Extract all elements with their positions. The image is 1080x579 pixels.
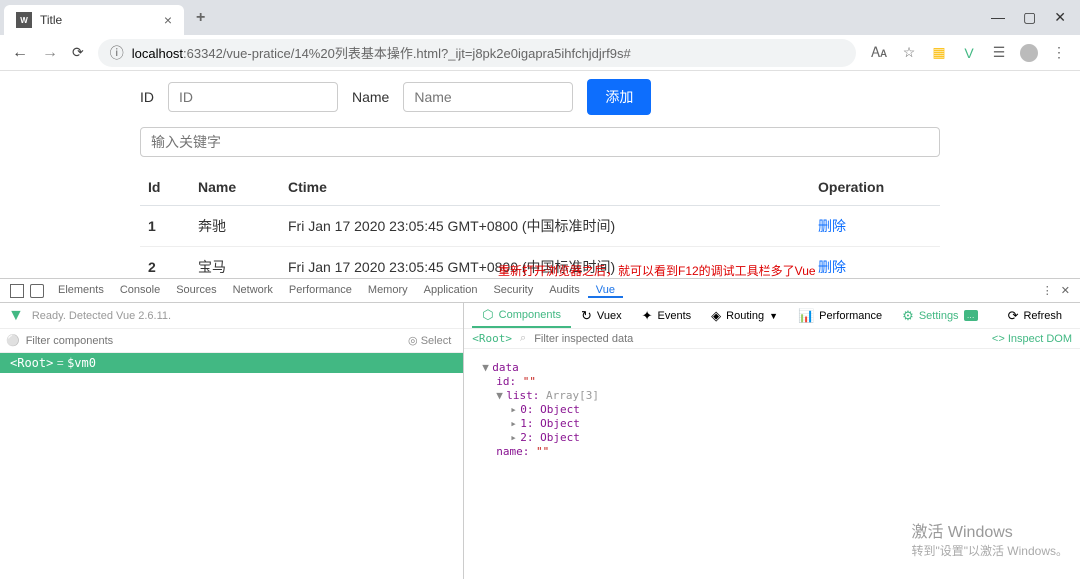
component-tree-root[interactable]: <Root> = $vm0: [0, 353, 463, 373]
devtools-menu-icon[interactable]: ⋮: [1042, 284, 1053, 297]
devtools-tab-sources[interactable]: Sources: [168, 284, 224, 298]
add-button[interactable]: 添加: [587, 79, 651, 115]
reload-button[interactable]: ⟳: [72, 44, 84, 61]
form-row: ID Name 添加: [140, 79, 940, 115]
browser-toolbar: ← → ⟳ ⓘ localhost:63342/vue-pratice/14%2…: [0, 35, 1080, 71]
annotation-text: 重新打开浏览器之后，就可以看到F12的调试工具栏多了Vue: [498, 262, 816, 279]
table-row: 1 奔驰 Fri Jan 17 2020 23:05:45 GMT+0800 (…: [140, 206, 940, 247]
search-icon: ⌕: [520, 332, 526, 345]
favicon-icon: W: [16, 12, 32, 28]
devtools-tab-memory[interactable]: Memory: [360, 284, 416, 298]
tab-title: Title: [40, 13, 156, 27]
reader-icon[interactable]: ☰: [990, 44, 1008, 62]
windows-watermark: 激活 Windows 转到"设置"以激活 Windows。: [911, 518, 1068, 559]
th-name: Name: [190, 169, 280, 206]
cell-name: 奔驰: [190, 206, 280, 247]
browser-tab[interactable]: W Title ×: [4, 5, 184, 35]
filter-icon: ⚪: [6, 334, 20, 347]
devtools-tab-strip: ElementsConsoleSourcesNetworkPerformance…: [0, 279, 1080, 303]
component-data-view[interactable]: ▼data id: "" ▼list: Array[3] ▸0: Object …: [472, 355, 1072, 465]
routing-tab[interactable]: ◈Routing ▼: [701, 303, 788, 328]
devtools-tab-security[interactable]: Security: [485, 284, 541, 298]
devtools-left-pane: ▼ Ready. Detected Vue 2.6.11. ⚪ ◎ Select…: [0, 303, 464, 579]
search-row: [140, 127, 940, 157]
toolbar-icons: 🗛 ☆ ▦ V ☰ ⋮: [870, 44, 1068, 62]
performance-tab[interactable]: 📊Performance: [788, 303, 892, 328]
maximize-icon[interactable]: ▢: [1023, 9, 1036, 26]
delete-link[interactable]: 删除: [818, 218, 846, 234]
devtools-tab-performance[interactable]: Performance: [281, 284, 360, 298]
translate-icon[interactable]: 🗛: [870, 44, 888, 62]
browser-tab-strip: W Title × + — ▢ ✕: [0, 0, 1080, 35]
site-info-icon[interactable]: ⓘ: [110, 43, 124, 63]
filter-components-input[interactable]: [26, 335, 396, 347]
close-tab-icon[interactable]: ×: [164, 12, 172, 28]
events-tab[interactable]: ✦Events: [632, 303, 702, 328]
th-ctime: Ctime: [280, 169, 810, 206]
devtools-tab-network[interactable]: Network: [225, 284, 281, 298]
cell-op: 删除: [810, 206, 940, 247]
star-icon[interactable]: ☆: [900, 44, 918, 62]
components-tab[interactable]: ⬡Components: [472, 303, 571, 328]
minimize-icon[interactable]: —: [991, 9, 1005, 26]
new-tab-button[interactable]: +: [196, 9, 205, 27]
window-controls: — ▢ ✕: [991, 9, 1076, 26]
extension-icon[interactable]: ▦: [930, 44, 948, 62]
vue-devtools-icon[interactable]: V: [960, 44, 978, 62]
select-component-button[interactable]: ◎ Select: [402, 334, 457, 347]
forward-button[interactable]: →: [42, 44, 58, 62]
th-op: Operation: [810, 169, 940, 206]
inspect-dom-button[interactable]: <> Inspect DOM: [992, 333, 1072, 345]
cell-id: 1: [140, 206, 190, 247]
device-toolbar-icon[interactable]: [30, 284, 44, 298]
name-label: Name: [352, 89, 389, 105]
address-bar[interactable]: ⓘ localhost:63342/vue-pratice/14%20列表基本操…: [98, 39, 856, 67]
delete-link[interactable]: 删除: [818, 259, 846, 275]
id-input[interactable]: [168, 82, 338, 112]
name-input[interactable]: [403, 82, 573, 112]
back-button[interactable]: ←: [12, 44, 28, 62]
inspect-element-icon[interactable]: [10, 284, 24, 298]
devtools-tab-audits[interactable]: Audits: [541, 284, 588, 298]
devtools-tab-elements[interactable]: Elements: [50, 284, 112, 298]
cell-ctime: Fri Jan 17 2020 23:05:45 GMT+0800 (中国标准时…: [280, 206, 810, 247]
devtools-tab-vue[interactable]: Vue: [588, 284, 623, 298]
vue-logo-icon: ▼: [8, 307, 24, 325]
menu-icon[interactable]: ⋮: [1050, 44, 1068, 62]
vue-ready-text: Ready. Detected Vue 2.6.11.: [32, 310, 171, 322]
url-text: localhost:63342/vue-pratice/14%20列表基本操作.…: [132, 43, 631, 62]
devtools-tab-application[interactable]: Application: [416, 284, 486, 298]
filter-data-input[interactable]: [534, 333, 984, 345]
vuex-tab[interactable]: ↻Vuex: [571, 303, 632, 328]
inspected-component-name: <Root>: [472, 332, 512, 345]
profile-icon[interactable]: [1020, 44, 1038, 62]
settings-tab[interactable]: ⚙Settings …: [892, 308, 987, 324]
th-id: Id: [140, 169, 190, 206]
devtools-tab-console[interactable]: Console: [112, 284, 168, 298]
refresh-button[interactable]: ⟳Refresh: [998, 308, 1072, 324]
id-label: ID: [140, 89, 154, 105]
devtools-close-icon[interactable]: ✕: [1061, 284, 1070, 297]
close-icon[interactable]: ✕: [1054, 9, 1066, 26]
search-input[interactable]: [140, 127, 940, 157]
